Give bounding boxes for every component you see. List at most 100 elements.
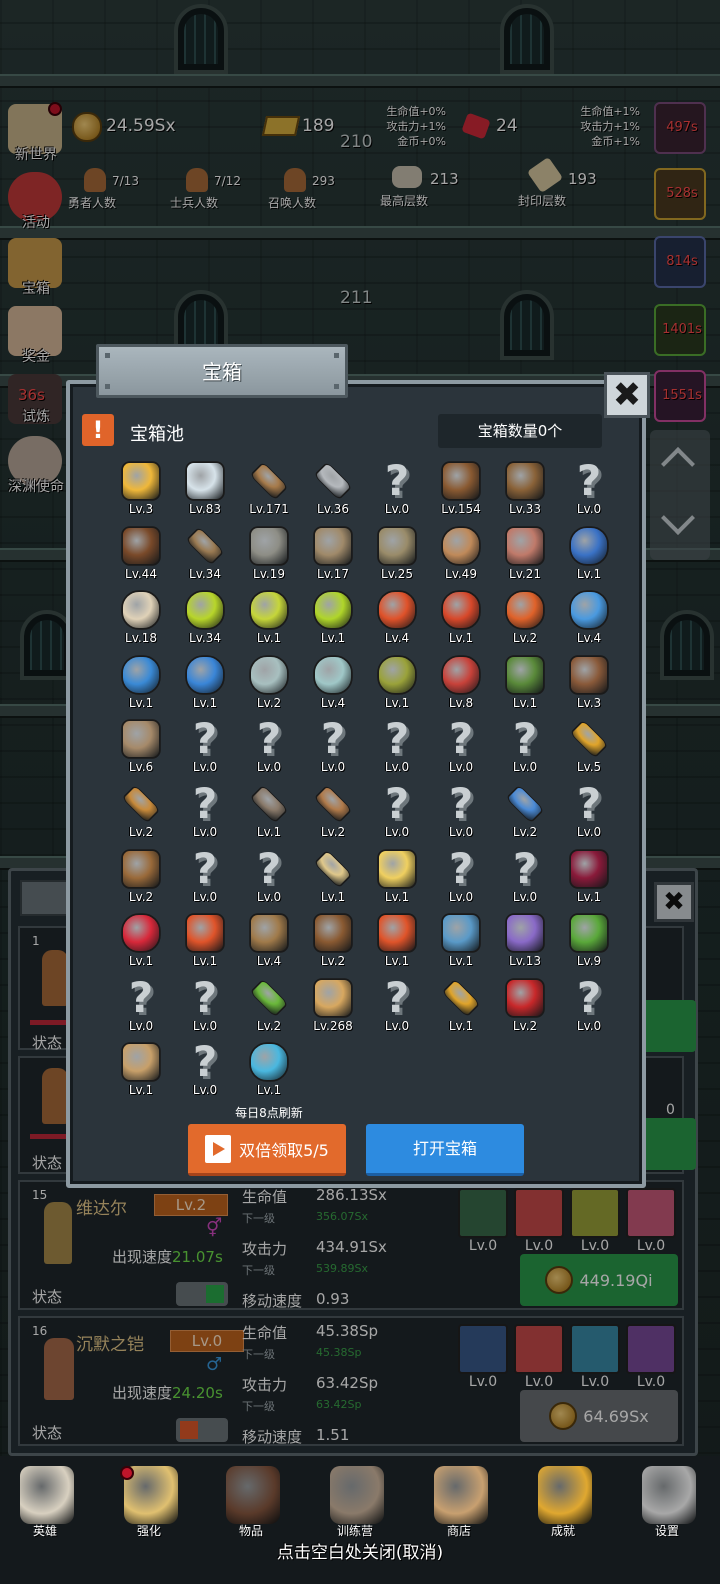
chest-item[interactable]: Lv.4 (304, 650, 362, 714)
chest-item[interactable]: Lv.1 (240, 585, 298, 649)
chest-item[interactable]: ? Lv.0 (560, 973, 618, 1037)
chest-item[interactable]: ? Lv.0 (432, 844, 490, 908)
chest-item[interactable]: Lv.3 (560, 650, 618, 714)
boot-icon (121, 719, 161, 760)
chest-item[interactable]: Lv.1 (368, 844, 426, 908)
chest-item[interactable]: Lv.4 (240, 908, 298, 972)
double-claim-label: 双倍领取5/5 (239, 1140, 329, 1160)
chest-item[interactable]: Lv.268 (304, 973, 362, 1037)
chest-item[interactable]: Lv.154 (432, 456, 490, 520)
chest-item[interactable]: ? Lv.0 (368, 779, 426, 843)
bag-icon (569, 525, 609, 566)
chest-item[interactable]: Lv.2 (112, 844, 170, 908)
chest-item[interactable]: Lv.4 (560, 585, 618, 649)
nav-lantern[interactable]: 训练营 (310, 1460, 400, 1540)
chest-item[interactable]: Lv.1 (432, 585, 490, 649)
chest-item[interactable]: Lv.36 (304, 456, 362, 520)
chest-item[interactable]: Lv.1 (176, 908, 234, 972)
chest-item[interactable]: Lv.19 (240, 521, 298, 585)
chest-item[interactable]: ? Lv.0 (176, 779, 234, 843)
helmet-icon (121, 525, 161, 566)
item-level: Lv.2 (128, 825, 154, 839)
nav-skull[interactable]: 英雄 (0, 1460, 90, 1540)
chest-item[interactable]: Lv.21 (496, 521, 554, 585)
modal-close-button[interactable]: ✖ (604, 372, 650, 418)
chest-item[interactable]: ? Lv.0 (240, 714, 298, 778)
chest-item[interactable]: Lv.9 (560, 908, 618, 972)
item-level: Lv.2 (320, 954, 346, 969)
chest-item[interactable]: ? Lv.0 (496, 844, 554, 908)
chest-item[interactable]: ? Lv.0 (368, 714, 426, 778)
chest-item[interactable]: Lv.1 (304, 585, 362, 649)
chest-item[interactable]: Lv.1 (368, 908, 426, 972)
chest-item[interactable]: Lv.2 (496, 973, 554, 1037)
chest-item[interactable]: Lv.83 (176, 456, 234, 520)
chest-item[interactable]: Lv.1 (432, 908, 490, 972)
item-level: Lv.1 (192, 695, 218, 710)
chest-item[interactable]: Lv.1 (432, 973, 490, 1037)
chest-item[interactable]: Lv.44 (112, 521, 170, 585)
chest-item[interactable]: ? Lv.0 (176, 973, 234, 1037)
double-claim-button[interactable]: 双倍领取5/5 (188, 1124, 346, 1176)
chest-item[interactable]: Lv.1 (304, 844, 362, 908)
nav-key[interactable]: 成就 (518, 1460, 608, 1540)
chest-item[interactable]: Lv.1 (112, 650, 170, 714)
modal-title-text: 宝箱 (202, 360, 242, 384)
chest-item[interactable]: ? Lv.0 (368, 973, 426, 1037)
chest-item[interactable]: Lv.3 (112, 456, 170, 520)
chest-item[interactable]: ? Lv.0 (240, 844, 298, 908)
chest-item[interactable]: Lv.1 (240, 1037, 298, 1101)
chest-item[interactable]: Lv.34 (176, 521, 234, 585)
chest-item[interactable]: Lv.8 (432, 650, 490, 714)
chest-item[interactable]: ? Lv.0 (432, 714, 490, 778)
chest-item[interactable]: Lv.5 (560, 714, 618, 778)
chest-item[interactable]: Lv.34 (176, 585, 234, 649)
chest-item[interactable]: Lv.1 (560, 521, 618, 585)
chest-item[interactable]: Lv.13 (496, 908, 554, 972)
chest-item[interactable]: ? Lv.0 (560, 779, 618, 843)
nav-candle[interactable]: 强化 (104, 1460, 194, 1540)
chest-item[interactable]: Lv.4 (368, 585, 426, 649)
chest-item[interactable]: Lv.6 (112, 714, 170, 778)
chest-item[interactable]: Lv.2 (496, 779, 554, 843)
chest-item[interactable]: Lv.2 (304, 908, 362, 972)
nav-gear[interactable]: 设置 (622, 1460, 712, 1540)
chest-item[interactable]: Lv.17 (304, 521, 362, 585)
chest-item[interactable]: ? Lv.0 (368, 456, 426, 520)
chest-item[interactable]: ? Lv.0 (560, 456, 618, 520)
chest-item[interactable]: ? Lv.0 (176, 1037, 234, 1101)
item-level: Lv.0 (448, 889, 474, 904)
chest-item[interactable]: ? Lv.0 (432, 779, 490, 843)
chest-item[interactable]: Lv.2 (112, 779, 170, 843)
chest-item[interactable]: Lv.2 (240, 650, 298, 714)
chest-item[interactable]: Lv.1 (176, 650, 234, 714)
chest-item[interactable]: Lv.1 (368, 650, 426, 714)
chest-item[interactable]: Lv.2 (304, 779, 362, 843)
chest-item[interactable]: Lv.1 (560, 844, 618, 908)
chest-item[interactable]: ? Lv.0 (176, 844, 234, 908)
modal-title: 宝箱 (96, 344, 348, 398)
chest-item[interactable]: ? Lv.0 (176, 714, 234, 778)
chest-item[interactable]: Lv.1 (240, 779, 298, 843)
chest-item[interactable]: Lv.2 (240, 973, 298, 1037)
chest-item[interactable]: Lv.2 (496, 585, 554, 649)
chest-item[interactable]: Lv.1 (496, 650, 554, 714)
chest-item[interactable]: Lv.33 (496, 456, 554, 520)
chest-item[interactable]: Lv.1 (112, 1037, 170, 1101)
chest-item[interactable]: Lv.49 (432, 521, 490, 585)
nav-book[interactable]: 物品 (206, 1460, 296, 1540)
chest-item[interactable]: Lv.1 (112, 908, 170, 972)
unknown-icon: ? (192, 714, 218, 764)
item-level: Lv.1 (128, 695, 154, 710)
chest-item[interactable]: ? Lv.0 (304, 714, 362, 778)
item-level: Lv.3 (128, 502, 154, 516)
chest-item[interactable]: Lv.18 (112, 585, 170, 649)
nav-mug[interactable]: 商店 (414, 1460, 504, 1540)
chest-item[interactable]: ? Lv.0 (496, 714, 554, 778)
exclamation-icon[interactable]: ! (82, 414, 114, 446)
chest-item[interactable]: Lv.25 (368, 521, 426, 585)
open-chest-button[interactable]: 打开宝箱 (366, 1124, 524, 1176)
chest-item[interactable]: ? Lv.0 (112, 973, 170, 1037)
item-level: Lv.1 (320, 631, 346, 646)
chest-item[interactable]: Lv.171 (240, 456, 298, 520)
